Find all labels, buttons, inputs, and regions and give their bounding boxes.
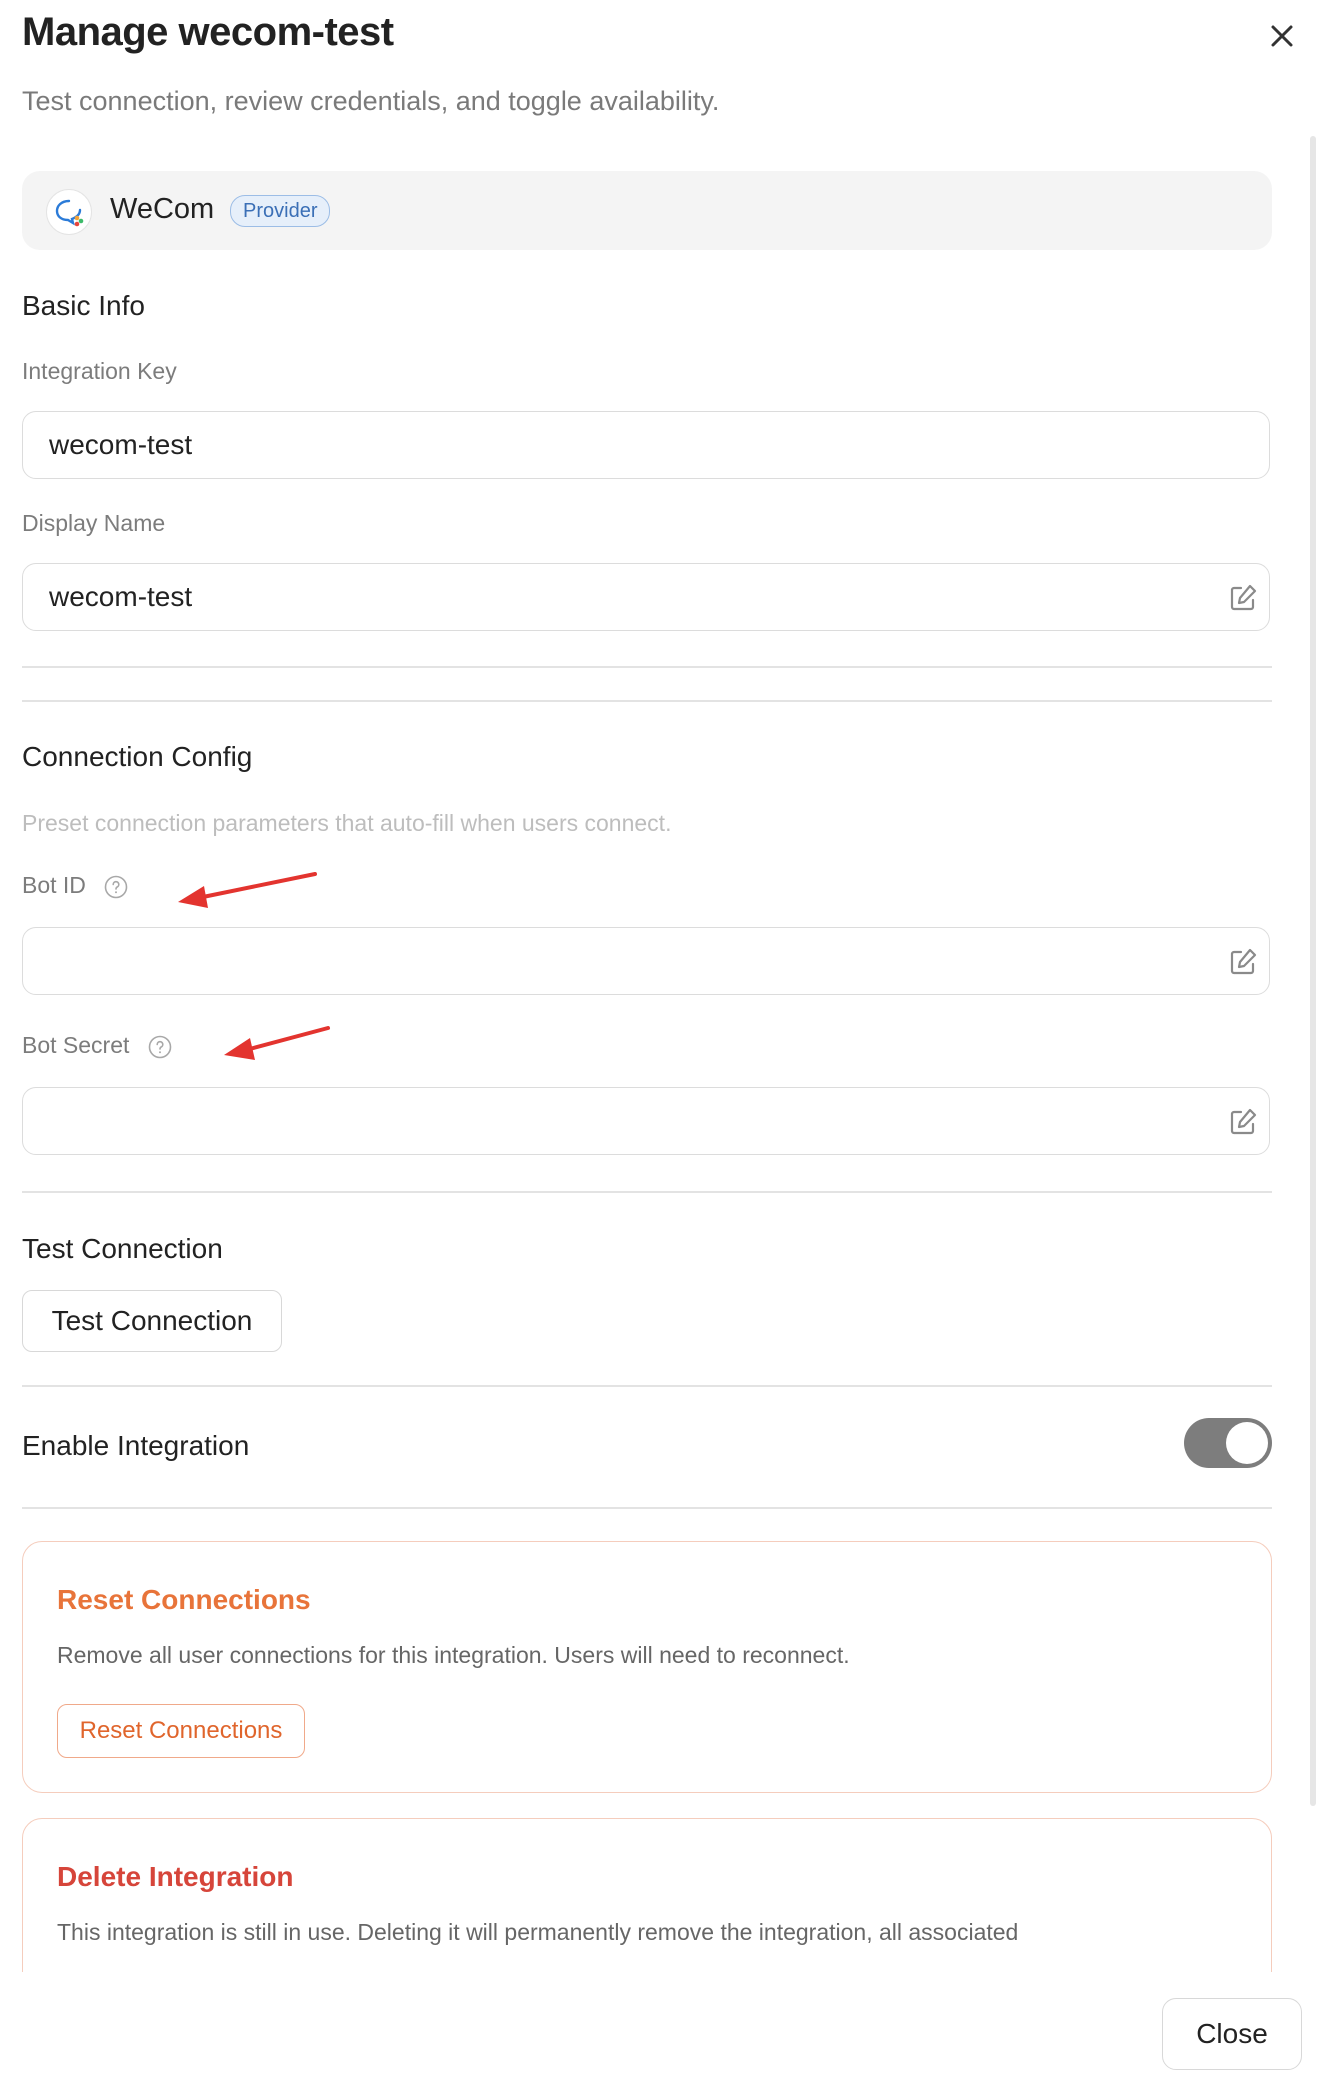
bot-id-label-row: Bot ID <box>22 872 128 899</box>
display-name-value: wecom-test <box>49 581 193 612</box>
bot-secret-field[interactable] <box>22 1087 1270 1155</box>
provider-name: WeCom <box>110 193 215 225</box>
bot-id-label: Bot ID <box>22 872 86 898</box>
enable-integration-toggle[interactable] <box>1184 1418 1272 1468</box>
close-icon[interactable] <box>1262 16 1302 56</box>
divider <box>22 666 1272 668</box>
divider <box>22 700 1272 702</box>
delete-integration-title: Delete Integration <box>57 1861 294 1892</box>
divider <box>22 1191 1272 1193</box>
divider <box>22 1507 1272 1509</box>
divider <box>22 1385 1272 1387</box>
basic-info-heading: Basic Info <box>22 290 145 321</box>
help-icon[interactable] <box>148 1035 172 1059</box>
delete-integration-description: This integration is still in use. Deleti… <box>57 1919 1019 1945</box>
reset-connections-description: Remove all user connections for this int… <box>57 1642 850 1668</box>
provider-badge: Provider <box>230 195 331 227</box>
edit-icon[interactable] <box>1227 946 1259 978</box>
toggle-knob <box>1226 1422 1268 1464</box>
annotation-arrow-bot-id <box>178 872 317 908</box>
wecom-logo-icon <box>46 189 92 235</box>
dialog-subtitle: Test connection, review credentials, and… <box>22 86 720 116</box>
display-name-label: Display Name <box>22 510 166 536</box>
integration-key-value: wecom-test <box>49 429 193 460</box>
bot-id-field[interactable] <box>22 927 1270 995</box>
connection-config-heading: Connection Config <box>22 741 253 772</box>
scrollbar[interactable] <box>1310 136 1316 1806</box>
enable-integration-label: Enable Integration <box>22 1430 250 1461</box>
bot-secret-label-row: Bot Secret <box>22 1032 172 1059</box>
reset-connections-title: Reset Connections <box>57 1584 311 1615</box>
edit-icon[interactable] <box>1227 582 1259 614</box>
dialog-title: Manage wecom-test <box>22 10 394 54</box>
reset-connections-card: Reset Connections Remove all user connec… <box>22 1541 1272 1793</box>
connection-config-description: Preset connection parameters that auto-f… <box>22 810 672 836</box>
edit-icon[interactable] <box>1227 1106 1259 1138</box>
close-button[interactable]: Close <box>1162 1998 1302 2070</box>
bot-secret-label: Bot Secret <box>22 1032 130 1058</box>
integration-key-label: Integration Key <box>22 358 177 384</box>
help-icon[interactable] <box>104 875 128 899</box>
test-connection-heading: Test Connection <box>22 1233 223 1264</box>
integration-key-field: wecom-test <box>22 411 1270 479</box>
reset-connections-button[interactable]: Reset Connections <box>57 1704 305 1758</box>
provider-card: WeCom Provider <box>22 171 1272 250</box>
annotation-arrow-bot-secret <box>224 1026 330 1060</box>
display-name-field[interactable]: wecom-test <box>22 563 1270 631</box>
dialog-footer <box>0 1972 1318 2090</box>
test-connection-button[interactable]: Test Connection <box>22 1290 282 1352</box>
